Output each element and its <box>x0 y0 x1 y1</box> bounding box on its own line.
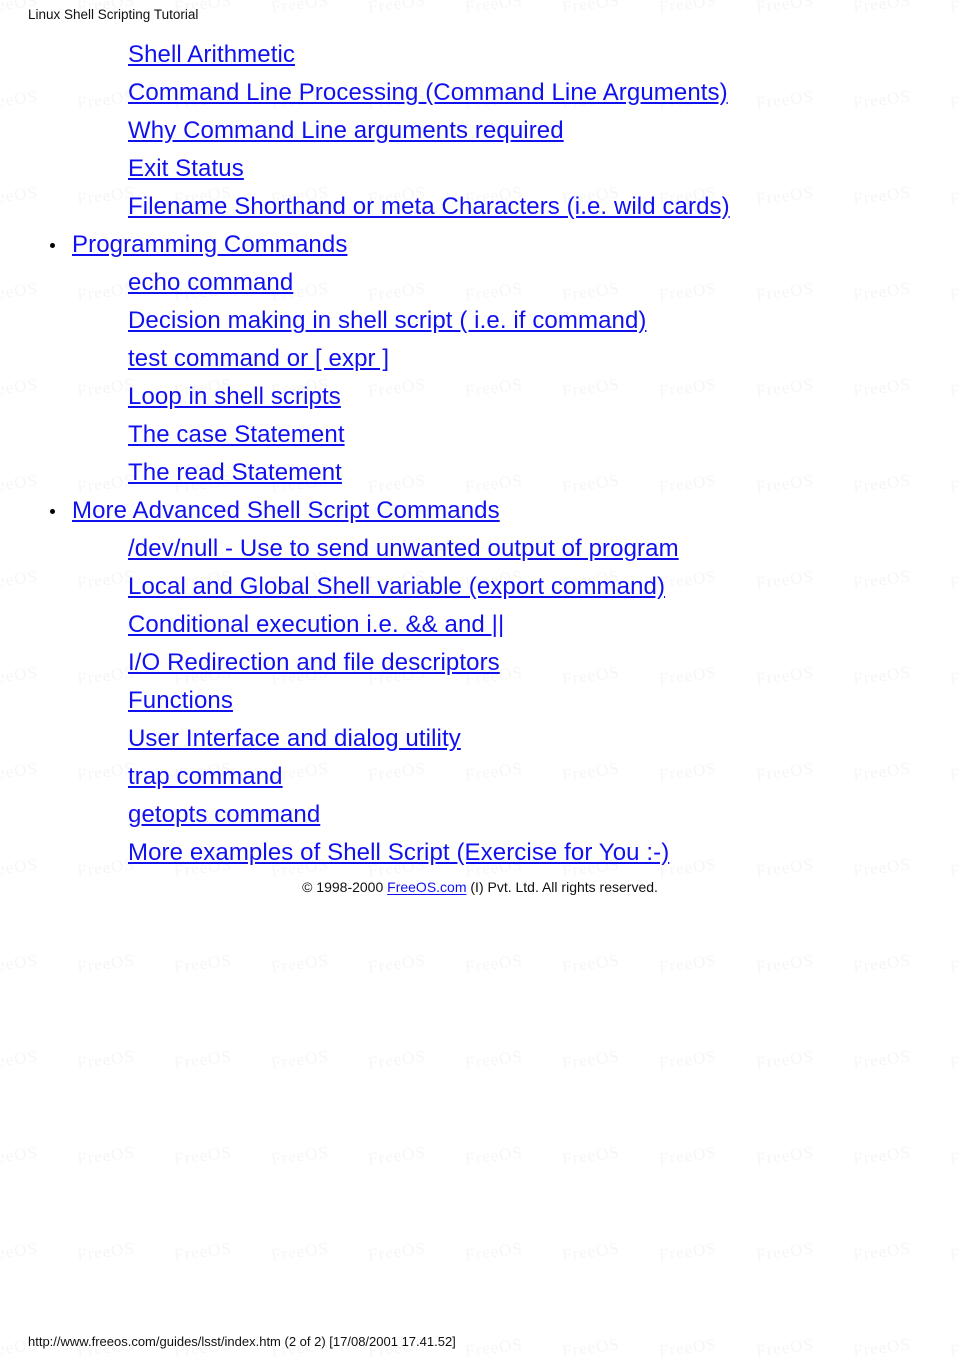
toc-link[interactable]: Decision making in shell script ( i.e. i… <box>128 307 647 334</box>
toc-link[interactable]: Filename Shorthand or meta Characters (i… <box>128 193 730 220</box>
toc-item: Programming Commands <box>0 226 960 264</box>
toc-item: Conditional execution i.e. && and || <box>0 606 960 644</box>
toc-link[interactable]: The read Statement <box>128 459 342 486</box>
copyright-suffix: (I) Pvt. Ltd. All rights reserved. <box>466 879 658 895</box>
toc-item: User Interface and dialog utility <box>0 720 960 758</box>
toc-link[interactable]: User Interface and dialog utility <box>128 725 461 752</box>
toc-link[interactable]: Why Command Line arguments required <box>128 117 564 144</box>
toc-link[interactable]: getopts command <box>128 801 320 828</box>
toc-link[interactable]: Conditional execution i.e. && and || <box>128 611 504 638</box>
toc-item: getopts command <box>0 796 960 834</box>
toc-item: More examples of Shell Script (Exercise … <box>0 834 960 872</box>
freeos-link[interactable]: FreeOS.com <box>387 879 466 895</box>
toc-item: Shell Arithmetic <box>0 36 960 74</box>
toc-item: Functions <box>0 682 960 720</box>
bullet-icon <box>50 509 55 514</box>
toc-link[interactable]: trap command <box>128 763 283 790</box>
toc-link[interactable]: Command Line Processing (Command Line Ar… <box>128 79 728 106</box>
toc-link[interactable]: Functions <box>128 687 233 714</box>
toc-link[interactable]: Loop in shell scripts <box>128 383 341 410</box>
toc-link[interactable]: Shell Arithmetic <box>128 41 295 68</box>
toc-item: I/O Redirection and file descriptors <box>0 644 960 682</box>
toc-item: echo command <box>0 264 960 302</box>
copyright-prefix: © 1998-2000 <box>302 879 388 895</box>
table-of-contents: Shell Arithmetic Command Line Processing … <box>0 36 960 872</box>
toc-item: The read Statement <box>0 454 960 492</box>
toc-item: More Advanced Shell Script Commands <box>0 492 960 530</box>
toc-link[interactable]: The case Statement <box>128 421 345 448</box>
page-footer-url: http://www.freeos.com/guides/lsst/index.… <box>28 1334 456 1349</box>
toc-link[interactable]: echo command <box>128 269 293 296</box>
page-header-title: Linux Shell Scripting Tutorial <box>28 7 199 22</box>
toc-item: test command or [ expr ] <box>0 340 960 378</box>
toc-item: Command Line Processing (Command Line Ar… <box>0 74 960 112</box>
toc-item: Local and Global Shell variable (export … <box>0 568 960 606</box>
toc-item: /dev/null - Use to send unwanted output … <box>0 530 960 568</box>
toc-item: trap command <box>0 758 960 796</box>
toc-link[interactable]: Local and Global Shell variable (export … <box>128 573 665 600</box>
copyright-notice: © 1998-2000 FreeOS.com (I) Pvt. Ltd. All… <box>0 878 960 896</box>
toc-item: Exit Status <box>0 150 960 188</box>
bullet-icon <box>50 243 55 248</box>
document-page: Linux Shell Scripting Tutorial Shell Ari… <box>0 0 960 1357</box>
toc-link[interactable]: I/O Redirection and file descriptors <box>128 649 500 676</box>
toc-link[interactable]: More Advanced Shell Script Commands <box>72 497 500 524</box>
toc-link[interactable]: Exit Status <box>128 155 244 182</box>
toc-item: Filename Shorthand or meta Characters (i… <box>0 188 960 226</box>
toc-item: The case Statement <box>0 416 960 454</box>
toc-item: Why Command Line arguments required <box>0 112 960 150</box>
toc-item: Loop in shell scripts <box>0 378 960 416</box>
toc-link[interactable]: Programming Commands <box>72 231 347 258</box>
toc-link[interactable]: /dev/null - Use to send unwanted output … <box>128 535 679 562</box>
toc-link[interactable]: test command or [ expr ] <box>128 345 389 372</box>
toc-link[interactable]: More examples of Shell Script (Exercise … <box>128 839 669 866</box>
toc-item: Decision making in shell script ( i.e. i… <box>0 302 960 340</box>
